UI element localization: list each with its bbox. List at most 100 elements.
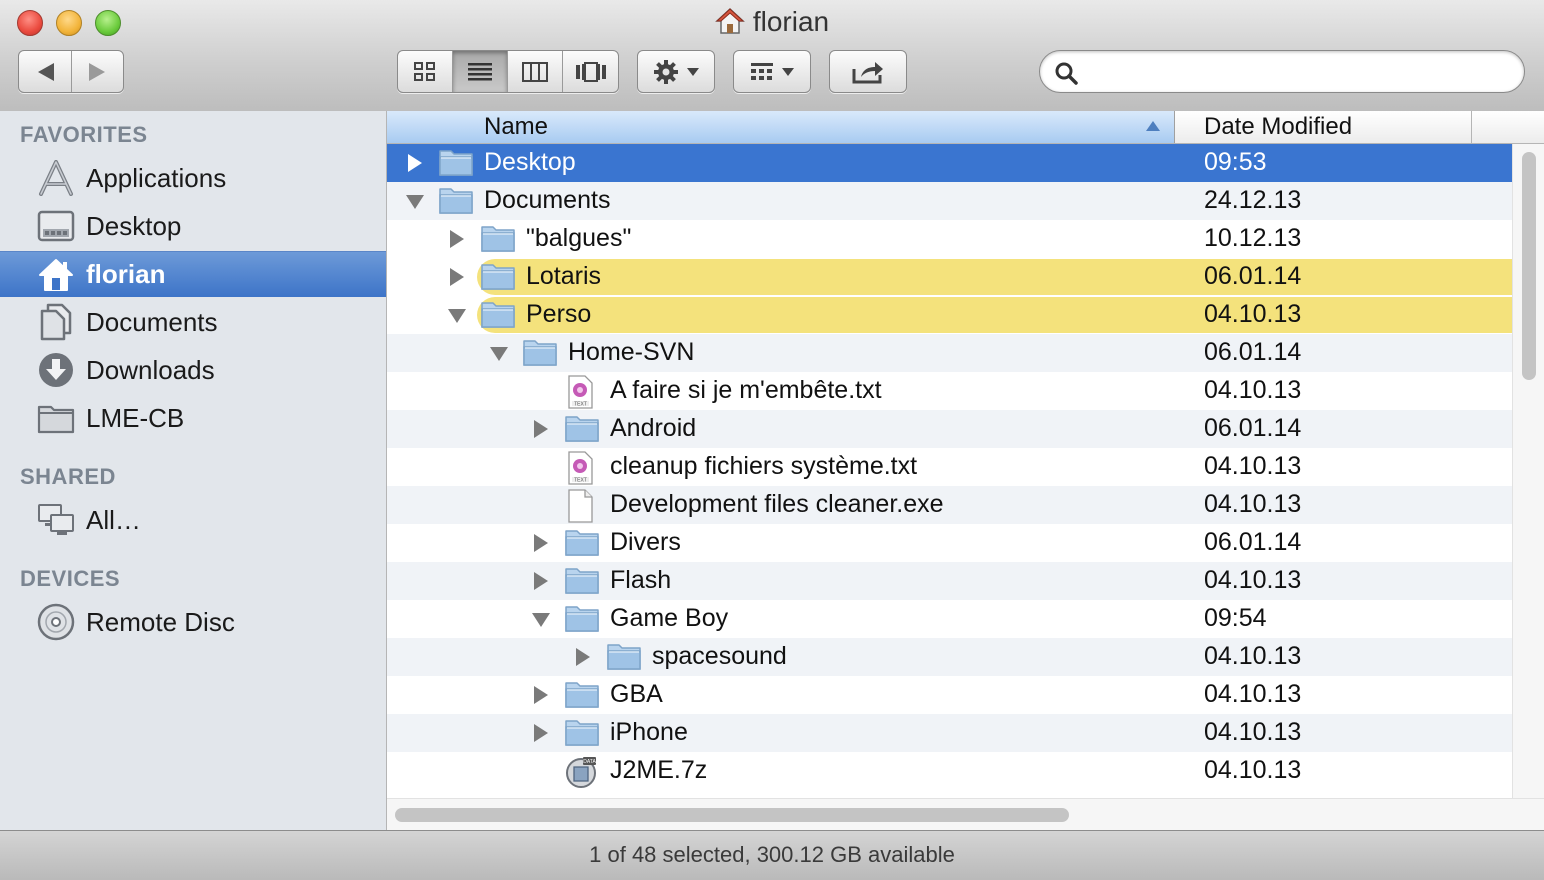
column-view-button[interactable] [508,51,563,92]
file-row[interactable]: Divers 06.01.14 [387,524,1512,562]
file-date-modified: 09:53 [1204,148,1267,176]
file-rows: Desktop 09:53 Documents 24.12.13 "balgues" 10… [387,144,1512,798]
share-button[interactable] [829,50,907,93]
document-icon [565,489,599,523]
horizontal-scrollbar[interactable] [387,798,1544,830]
file-row[interactable]: TEXT cleanup fichiers système.txt 04.10.13 [387,448,1512,486]
folder-icon [565,413,599,445]
action-menu-button[interactable] [637,50,715,93]
file-row[interactable]: Game Boy 09:54 [387,600,1512,638]
disclosure-closed-icon[interactable] [567,638,597,676]
arrange-menu-button[interactable] [733,50,811,93]
disc-icon [36,602,76,642]
finder-window: florian FAVORITES Applications Desktop f… [0,0,1544,880]
label-color-highlight [477,297,1512,333]
file-name: Flash [610,566,672,594]
sidebar-item-downloads[interactable]: Downloads [0,347,386,393]
sidebar-item-label: Desktop [86,210,182,241]
disclosure-closed-icon[interactable] [525,562,555,600]
folder-icon [481,261,515,293]
sidebar-item-desktop[interactable]: Desktop [0,203,386,249]
vertical-scrollbar[interactable] [1512,144,1544,798]
disclosure-open-icon[interactable] [483,334,513,372]
file-row[interactable]: Lotaris 06.01.14 [387,258,1512,296]
sidebar-item-label: Documents [86,306,218,337]
file-row[interactable]: TEXT A faire si je m'embête.txt 04.10.13 [387,372,1512,410]
sidebar-item-remote-disc[interactable]: Remote Disc [0,599,386,645]
file-date-modified: 04.10.13 [1204,452,1302,480]
forward-button[interactable] [89,63,105,81]
sidebar-item-applications[interactable]: Applications [0,155,386,201]
file-row[interactable]: DATA J2ME.7z 04.10.13 [387,752,1512,790]
folder-icon [439,147,473,179]
share-icon [852,61,883,83]
folder-icon [565,527,599,559]
file-date-modified: 04.10.13 [1204,566,1302,594]
sidebar-item-documents[interactable]: Documents [0,299,386,345]
folder-icon [565,565,599,597]
file-row[interactable]: iPhone 04.10.13 [387,714,1512,752]
archive-icon: DATA [565,755,599,788]
vertical-scroll-thumb[interactable] [1522,152,1536,380]
file-row[interactable]: Desktop 09:53 [387,144,1512,182]
file-row[interactable]: Documents 24.12.13 [387,182,1512,220]
icon-view-button[interactable] [398,51,453,92]
file-name: Divers [610,528,681,556]
name-column-label: Name [484,113,549,140]
file-date-modified: 04.10.13 [1204,680,1302,708]
file-row[interactable]: Perso 04.10.13 [387,296,1512,334]
file-name: GBA [610,680,663,708]
file-name: Game Boy [610,604,729,632]
date-modified-column-header[interactable]: Date Modified [1175,111,1472,143]
file-row[interactable]: spacesound 04.10.13 [387,638,1512,676]
back-button[interactable] [38,63,54,81]
coverflow-view-button[interactable] [563,51,618,92]
search-input[interactable] [1088,57,1512,87]
file-row[interactable]: Development files cleaner.exe 04.10.13 [387,486,1512,524]
disclosure-open-icon[interactable] [525,600,555,638]
file-list: Name Date Modified Desktop 09:53 Documents… [387,111,1544,830]
file-row[interactable]: "balgues" 10.12.13 [387,220,1512,258]
folder-icon [439,185,473,217]
disclosure-open-icon[interactable] [399,182,429,220]
disclosure-closed-icon[interactable] [441,220,471,258]
applications-icon [36,158,76,198]
disclosure-closed-icon[interactable] [399,144,429,182]
sidebar-item-florian[interactable]: florian [0,251,386,297]
folder-icon [481,223,515,255]
sidebar-item-lme-cb[interactable]: LME-CB [0,395,386,441]
disclosure-closed-icon[interactable] [525,524,555,562]
list-view-button[interactable] [453,51,508,92]
disclosure-closed-icon[interactable] [525,714,555,752]
date-column-label: Date Modified [1204,113,1353,140]
view-mode-control [397,50,619,93]
svg-text:DATA: DATA [583,759,596,765]
folder-icon [481,299,515,331]
disclosure-closed-icon[interactable] [525,410,555,448]
file-row[interactable]: Flash 04.10.13 [387,562,1512,600]
file-row[interactable]: Home-SVN 06.01.14 [387,334,1512,372]
folder-icon [523,337,557,369]
file-date-modified: 06.01.14 [1204,414,1302,442]
file-date-modified: 06.01.14 [1204,528,1302,556]
arrange-grid-icon [751,62,773,80]
disclosure-closed-icon[interactable] [525,676,555,714]
file-name: J2ME.7z [610,756,708,784]
sidebar-item-all-shared[interactable]: All… [0,497,386,543]
file-date-modified: 04.10.13 [1204,490,1302,518]
search-field[interactable] [1039,50,1525,93]
status-bar: 1 of 48 selected, 300.12 GB available [0,830,1544,880]
folder-icon [565,603,599,635]
file-date-modified: 04.10.13 [1204,300,1302,328]
svg-text:TEXT: TEXT [574,478,587,484]
folder-icon [607,641,641,673]
name-column-header[interactable]: Name [387,111,1175,143]
file-row[interactable]: GBA 04.10.13 [387,676,1512,714]
toolbar: florian [0,0,1544,112]
disclosure-open-icon[interactable] [441,296,471,334]
home-icon [714,7,745,42]
file-row[interactable]: Android 06.01.14 [387,410,1512,448]
disclosure-closed-icon[interactable] [441,258,471,296]
horizontal-scroll-thumb[interactable] [395,808,1069,822]
sort-ascending-icon [1146,121,1160,131]
